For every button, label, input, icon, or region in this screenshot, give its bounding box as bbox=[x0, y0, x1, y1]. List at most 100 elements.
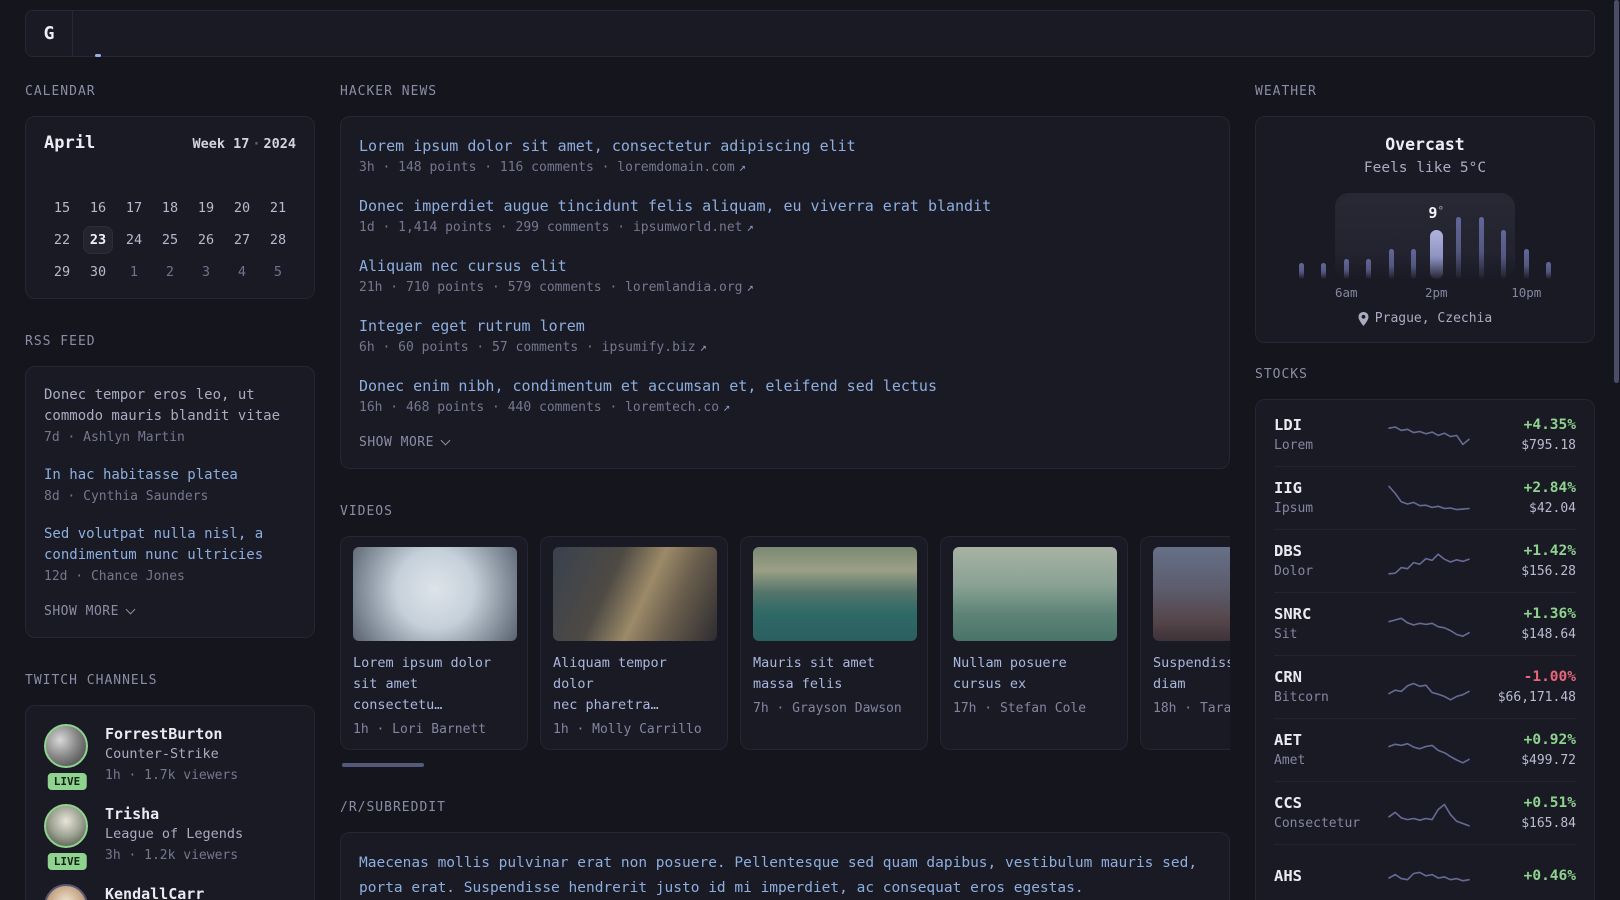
stock-row[interactable]: AHS +0.46% bbox=[1274, 845, 1576, 900]
video-card[interactable]: Aliquam tempor dolor nec pharetra… 1h · M… bbox=[540, 536, 728, 750]
stock-row[interactable]: DBS Dolor +1.42% $156.28 bbox=[1274, 530, 1576, 593]
twitch-channel-name[interactable]: ForrestBurton bbox=[105, 724, 238, 744]
hn-item-domain-link[interactable]: loremdomain.com bbox=[617, 160, 734, 175]
stock-row[interactable]: CRN Bitcorn -1.00% $66,171.48 bbox=[1274, 656, 1576, 719]
stock-sparkline bbox=[1388, 426, 1470, 446]
video-thumbnail[interactable] bbox=[953, 547, 1117, 641]
rss-item: Donec tempor eros leo, ut commodo mauris … bbox=[44, 385, 296, 448]
video-title[interactable]: Nullam posuere cursus ex bbox=[953, 653, 1115, 695]
calendar-grid: 15 16 17 18 19 20 21 22 23 24 25 26 27 28 29 30 1 2 3 4 5 bbox=[44, 193, 296, 288]
hn-item-title[interactable]: Aliquam nec cursus elit bbox=[359, 255, 1211, 277]
hn-item-title[interactable]: Donec imperdiet augue tincidunt felis al… bbox=[359, 195, 1211, 217]
stock-price: $156.28 bbox=[1521, 563, 1576, 579]
rss-show-more-button[interactable]: SHOW MORE bbox=[44, 604, 296, 619]
stock-sparkline-holder bbox=[1382, 796, 1476, 830]
stock-row[interactable]: CCS Consectetur +0.51% $165.84 bbox=[1274, 782, 1576, 845]
stock-identity: AET Amet bbox=[1274, 730, 1382, 771]
videos-scrollbar-thumb[interactable] bbox=[342, 763, 424, 767]
weather-widget: Overcast Feels like 5°C 9° 6am 2pm 10pm Pr… bbox=[1255, 116, 1595, 343]
stock-symbol: AHS bbox=[1274, 867, 1302, 885]
twitch-list: LIVE ForrestBurton Counter-Strike 1h · 1… bbox=[44, 724, 296, 900]
weather-bar bbox=[1523, 249, 1529, 279]
stock-name: Consectetur bbox=[1274, 815, 1361, 831]
stock-row[interactable]: IIG Ipsum +2.84% $42.04 bbox=[1274, 467, 1576, 530]
rss-item-title[interactable]: In hac habitasse platea bbox=[44, 465, 296, 486]
calendar-day: 29 bbox=[53, 264, 71, 280]
video-card[interactable]: Lorem ipsum dolor sit amet consectetu… 1h… bbox=[340, 536, 528, 750]
hn-item-domain-link[interactable]: loremtech.co bbox=[625, 400, 719, 415]
calendar-day: 21 bbox=[269, 200, 287, 216]
stock-identity: LDI Lorem bbox=[1274, 415, 1382, 456]
rss-item: Sed volutpat nulla nisl, a condimentum nu… bbox=[44, 524, 296, 587]
rss-item-title[interactable]: Donec tempor eros leo, ut commodo mauris … bbox=[44, 385, 296, 427]
video-meta: 1h · Lori Barnett bbox=[353, 722, 487, 737]
video-thumbnail[interactable] bbox=[353, 547, 517, 641]
stock-row[interactable]: LDI Lorem +4.35% $795.18 bbox=[1274, 404, 1576, 467]
twitch-channel-item[interactable]: LIVE ForrestBurton Counter-Strike 1h · 1… bbox=[44, 724, 296, 792]
hn-show-more-button[interactable]: SHOW MORE bbox=[359, 435, 1211, 450]
video-thumbnail[interactable] bbox=[1153, 547, 1230, 641]
weather-time-label: 2pm bbox=[1424, 285, 1448, 300]
twitch-channel-name[interactable]: KendallCarr bbox=[105, 884, 204, 900]
hn-item-title[interactable]: Lorem ipsum dolor sit amet, consectetur … bbox=[359, 135, 1211, 157]
hn-item-domain-link[interactable]: ipsumworld.net bbox=[633, 220, 743, 235]
video-title[interactable]: Suspendissediam bbox=[1153, 653, 1230, 695]
twitch-channel-item[interactable]: LIVE Trisha League of Legends 3h · 1.2k … bbox=[44, 804, 296, 872]
calendar-day-header bbox=[44, 167, 80, 193]
twitch-channel-info: ForrestBurton Counter-Strike 1h · 1.7k v… bbox=[105, 724, 238, 786]
weather-bar bbox=[1366, 259, 1372, 279]
nav-tab[interactable] bbox=[245, 11, 251, 56]
stock-sparkline bbox=[1388, 553, 1470, 575]
subreddit-widget: Maecenas mollis pulvinar erat non posuer… bbox=[340, 832, 1230, 900]
weather-bar bbox=[1388, 249, 1394, 279]
avatar bbox=[44, 724, 88, 768]
hn-item-domain-link[interactable]: ipsumify.biz bbox=[602, 340, 696, 355]
video-card[interactable]: Nullam posuere cursus ex 17h · Stefan Col… bbox=[940, 536, 1128, 750]
calendar-day: 25 bbox=[161, 232, 179, 248]
hn-item-title[interactable]: Donec enim nibh, condimentum et accumsan… bbox=[359, 375, 1211, 397]
stock-price: $148.64 bbox=[1521, 626, 1576, 642]
section-title-calendar: CALENDAR bbox=[25, 84, 96, 99]
rss-item: In hac habitasse platea 8d · Cynthia Sau… bbox=[44, 465, 296, 507]
video-thumbnail[interactable] bbox=[553, 547, 717, 641]
video-title[interactable]: Lorem ipsum dolor sit amet consectetu… bbox=[353, 653, 515, 716]
calendar-day: 22 bbox=[53, 232, 71, 248]
nav-tab[interactable] bbox=[95, 11, 101, 57]
stock-sparkline-holder bbox=[1382, 670, 1476, 704]
stock-row[interactable]: SNRC Sit +1.36% $148.64 bbox=[1274, 593, 1576, 656]
nav-tab[interactable] bbox=[145, 11, 151, 56]
twitch-channel-item[interactable]: KendallCarr bbox=[44, 884, 296, 900]
middle-column: HACKER NEWS Lorem ipsum dolor sit amet, … bbox=[340, 84, 1230, 900]
weather-bar-column bbox=[1358, 259, 1381, 279]
weather-bar bbox=[1478, 217, 1484, 279]
stock-change: -1.00% bbox=[1523, 668, 1576, 685]
left-column: CALENDAR April Week 17 · 2024 15 16 17 18 19 20… bbox=[25, 84, 315, 900]
degree-symbol: ° bbox=[1437, 204, 1445, 217]
stocks-list: LDI Lorem +4.35% $795.18 IIG Ipsum +2.84… bbox=[1274, 404, 1576, 900]
external-link-icon: ↗ bbox=[738, 160, 746, 174]
hackernews-widget: Lorem ipsum dolor sit amet, consectetur … bbox=[340, 116, 1230, 469]
video-title[interactable]: Aliquam tempor dolor nec pharetra… bbox=[553, 653, 715, 716]
stock-price: $66,171.48 bbox=[1497, 689, 1576, 705]
weather-bar bbox=[1456, 217, 1462, 279]
video-card[interactable]: Mauris sit amet massa felis 7h · Grayson … bbox=[740, 536, 928, 750]
twitch-channel-name[interactable]: Trisha bbox=[105, 804, 243, 824]
stock-price: $499.72 bbox=[1521, 752, 1576, 768]
hn-item-domain-link[interactable]: loremlandia.org bbox=[625, 280, 742, 295]
weather-bar-column bbox=[1313, 263, 1336, 279]
video-thumbnail[interactable] bbox=[753, 547, 917, 641]
video-title[interactable]: Mauris sit amet massa felis bbox=[753, 653, 915, 695]
page-vertical-scrollbar-thumb[interactable] bbox=[1614, 0, 1619, 383]
stocks-section: STOCKS LDI Lorem +4.35% $795.18 IIG Ipsu… bbox=[1255, 367, 1595, 900]
stocks-widget: LDI Lorem +4.35% $795.18 IIG Ipsum +2.84… bbox=[1255, 399, 1595, 900]
weather-bar-column bbox=[1403, 249, 1426, 279]
rss-item-title[interactable]: Sed volutpat nulla nisl, a condimentum nu… bbox=[44, 524, 296, 566]
app-logo[interactable]: G bbox=[26, 11, 73, 56]
nav-tab[interactable] bbox=[195, 11, 201, 56]
weather-bar bbox=[1411, 249, 1417, 279]
video-card[interactable]: Suspendissediam 18h · Tara bbox=[1140, 536, 1230, 750]
videos-section: VIDEOS Lorem ipsum dolor sit amet consect… bbox=[340, 504, 1230, 767]
hn-item-title[interactable]: Integer eget rutrum lorem bbox=[359, 315, 1211, 337]
stock-row[interactable]: AET Amet +0.92% $499.72 bbox=[1274, 719, 1576, 782]
subreddit-post-title[interactable]: Maecenas mollis pulvinar erat non posuer… bbox=[359, 851, 1211, 900]
